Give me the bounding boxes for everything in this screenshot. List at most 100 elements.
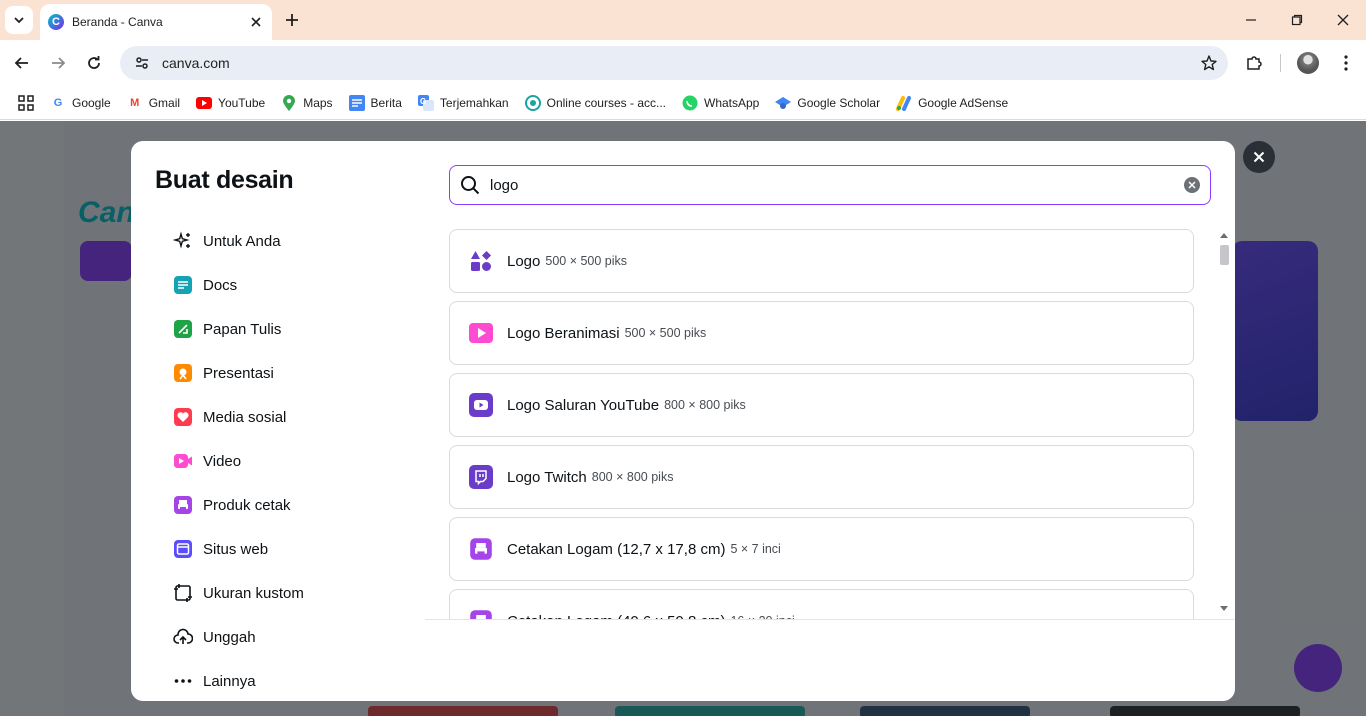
tab-search-button[interactable] xyxy=(5,6,33,34)
design-result-item[interactable]: Cetakan Logam (40,6 x 50,8 cm)16 × 20 in… xyxy=(449,589,1194,620)
design-result-item[interactable]: Logo Twitch 800 × 800 piks xyxy=(449,445,1194,509)
bookmark-whatsapp[interactable]: WhatsApp xyxy=(682,95,759,111)
category-item[interactable]: Video xyxy=(163,439,423,483)
sparkle-icon xyxy=(173,231,193,251)
url-text[interactable]: canva.com xyxy=(162,55,1200,71)
results-scrollbar[interactable] xyxy=(1217,229,1231,621)
back-button[interactable] xyxy=(11,52,33,74)
minimize-button[interactable] xyxy=(1241,10,1261,30)
bookmark-label: Terjemahkan xyxy=(439,95,509,110)
category-item[interactable]: Untuk Anda xyxy=(163,219,423,263)
tab-title: Beranda - Canva xyxy=(72,15,163,29)
category-label: Lainnya xyxy=(203,672,256,690)
close-icon xyxy=(1253,151,1265,163)
close-icon xyxy=(1337,14,1349,26)
bookmark-label: Google Scholar xyxy=(797,95,881,110)
modal-title: Buat desain xyxy=(155,166,294,194)
restore-icon xyxy=(1291,14,1303,26)
category-label: Video xyxy=(203,452,242,470)
forward-button[interactable] xyxy=(47,52,69,74)
bookmark-translate[interactable]: G Terjemahkan xyxy=(417,94,509,111)
scroll-down-arrow-icon[interactable] xyxy=(1220,606,1228,611)
bookmark-gmail[interactable]: M Gmail xyxy=(127,95,180,111)
bookmark-label: YouTube xyxy=(218,95,266,110)
youtube-channel-icon xyxy=(469,393,493,417)
category-label: Docs xyxy=(203,276,238,294)
reload-icon xyxy=(88,56,100,69)
profile-avatar[interactable] xyxy=(1297,52,1319,74)
result-size: 800 × 800 piks xyxy=(664,398,746,412)
design-result-item[interactable]: Logo 500 × 500 piks xyxy=(449,229,1194,293)
bookmark-star-icon[interactable] xyxy=(1200,54,1218,72)
modal-close-button[interactable] xyxy=(1243,141,1275,173)
browser-tab-active[interactable]: C Beranda - Canva xyxy=(40,4,272,40)
toolbar-divider xyxy=(1280,54,1281,72)
bookmark-list: G Google M Gmail YouTube Maps Berita G Terjemahk… xyxy=(50,94,1024,111)
bookmark-courses[interactable]: Online courses - acc... xyxy=(524,94,666,111)
website-icon xyxy=(173,539,193,559)
design-search-field[interactable]: logo xyxy=(449,165,1211,205)
category-item[interactable]: Lainnya xyxy=(163,659,423,701)
scroll-thumb[interactable] xyxy=(1220,245,1229,265)
translate-icon: G xyxy=(417,94,434,111)
close-icon xyxy=(251,17,261,27)
presentation-icon xyxy=(173,363,193,383)
category-item[interactable]: Presentasi xyxy=(163,351,423,395)
arrow-right-icon xyxy=(52,57,66,69)
bookmark-maps[interactable]: Maps xyxy=(281,94,333,111)
result-size: 800 × 800 piks xyxy=(591,470,674,484)
bookmark-label: Berita xyxy=(370,95,402,110)
results-divider xyxy=(425,619,1235,620)
chevron-down-icon xyxy=(14,17,24,24)
puzzle-icon xyxy=(1247,56,1262,70)
apps-grid-icon[interactable] xyxy=(18,94,34,111)
category-item[interactable]: Unggah xyxy=(163,615,423,659)
search-icon xyxy=(461,176,480,195)
browser-menu-button[interactable] xyxy=(1335,52,1357,74)
canva-favicon-icon: C xyxy=(48,14,64,30)
adsense-icon xyxy=(896,95,912,111)
reload-button[interactable] xyxy=(83,52,105,74)
search-clear-button[interactable] xyxy=(1184,177,1200,193)
whiteboard-icon xyxy=(173,319,193,339)
bookmark-adsense[interactable]: Google AdSense xyxy=(896,95,1008,111)
custom-size-icon xyxy=(173,583,193,603)
tab-close-button[interactable] xyxy=(248,14,264,30)
bookmark-scholar[interactable]: Google Scholar xyxy=(775,95,880,111)
result-name: Cetakan Logam (12,7 x 17,8 cm) xyxy=(507,540,726,558)
logo-shapes-icon xyxy=(469,249,493,273)
new-tab-button[interactable] xyxy=(282,10,302,30)
category-item[interactable]: Produk cetak xyxy=(163,483,423,527)
scroll-up-arrow-icon[interactable] xyxy=(1220,233,1228,238)
category-item[interactable]: Media sosial xyxy=(163,395,423,439)
bookmarks-bar: G Google M Gmail YouTube Maps Berita G Terjemahk… xyxy=(0,86,1366,120)
extensions-button[interactable] xyxy=(1243,52,1265,74)
browser-tab-bar: C Beranda - Canva xyxy=(0,0,1366,40)
maps-icon xyxy=(281,94,297,111)
bookmark-news[interactable]: Berita xyxy=(348,94,402,111)
courses-icon xyxy=(524,94,541,111)
search-input[interactable]: logo xyxy=(490,177,1184,194)
site-settings-icon[interactable] xyxy=(134,55,150,71)
category-item[interactable]: Ukuran kustom xyxy=(163,571,423,615)
window-close-button[interactable] xyxy=(1333,10,1353,30)
category-label: Unggah xyxy=(203,628,256,646)
design-result-item[interactable]: Logo Saluran YouTube 800 × 800 piks xyxy=(449,373,1194,437)
design-result-item[interactable]: Logo Beranimasi 500 × 500 piks xyxy=(449,301,1194,365)
category-label: Untuk Anda xyxy=(203,232,281,250)
maximize-button[interactable] xyxy=(1287,10,1307,30)
result-size: 500 × 500 piks xyxy=(545,254,628,268)
category-item[interactable]: Papan Tulis xyxy=(163,307,423,351)
category-item[interactable]: Docs xyxy=(163,263,423,307)
news-icon xyxy=(348,94,365,111)
bookmark-google[interactable]: G Google xyxy=(50,95,111,111)
arrow-left-icon xyxy=(14,57,28,69)
category-label: Ukuran kustom xyxy=(203,584,304,602)
bookmark-youtube[interactable]: YouTube xyxy=(196,95,265,111)
category-item[interactable]: Situs web xyxy=(163,527,423,571)
address-bar[interactable]: canva.com xyxy=(120,46,1228,80)
google-icon: G xyxy=(53,96,63,109)
bookmark-label: Maps xyxy=(303,95,333,110)
bookmark-label: WhatsApp xyxy=(704,95,760,110)
design-result-item[interactable]: Cetakan Logam (12,7 x 17,8 cm) 5 × 7 inci xyxy=(449,517,1194,581)
